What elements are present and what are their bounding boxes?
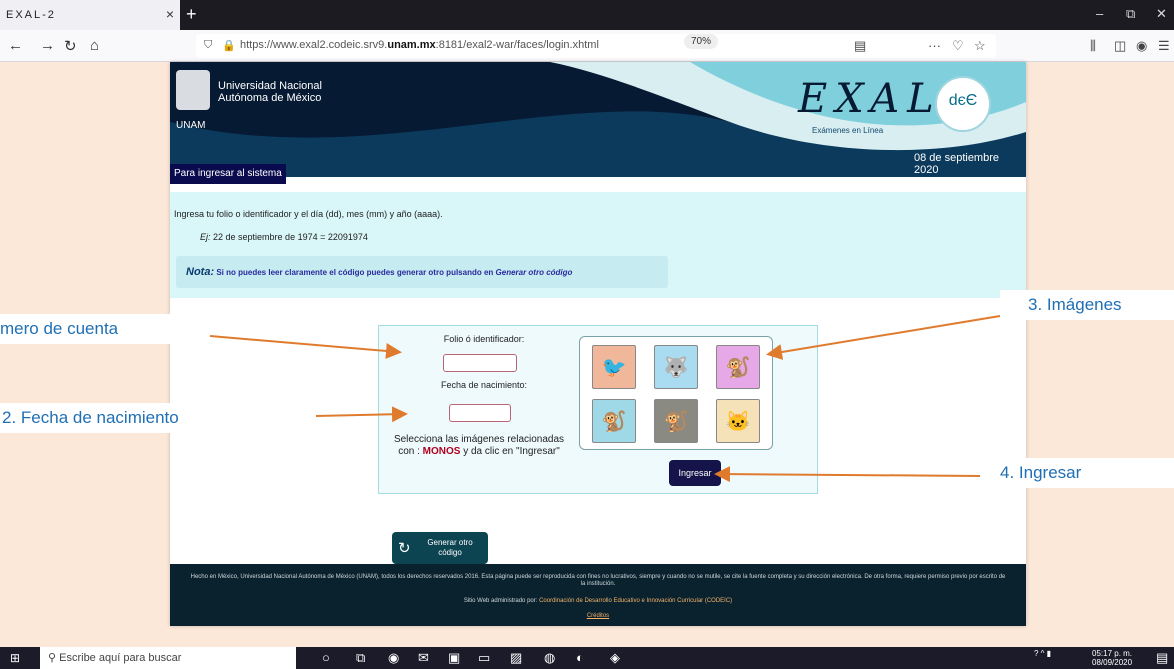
shield-icon: ⛉ bbox=[204, 39, 213, 51]
image-instructions: Selecciona las imágenes relacionadas con… bbox=[393, 434, 565, 457]
example-text: Ej: 22 de septiembre de 1974 = 22091974 bbox=[200, 232, 368, 242]
unam-label: UNAM bbox=[176, 120, 206, 131]
fecha-input[interactable] bbox=[449, 404, 511, 422]
browser-nav-bar: ← → ↻ ⌂ ⛉ 🔒 https://www.exal2.codeic.srv… bbox=[0, 30, 1174, 62]
browser-tab-bar: EXAL-2 × + – ⧉ ✕ bbox=[0, 0, 1174, 30]
windows-taskbar: ⊞ ⚲ Escribe aquí para buscar ○ ⧉ ◉ ✉ ▣ ▭… bbox=[0, 647, 1174, 669]
folio-input[interactable] bbox=[443, 354, 517, 372]
folio-label: Folio ó identificador: bbox=[443, 334, 525, 344]
login-page: Universidad Nacional Autónoma de México … bbox=[170, 62, 1026, 626]
annotation-birth-date: 2. Fecha de nacimiento bbox=[0, 403, 300, 433]
header-banner: Universidad Nacional Autónoma de México … bbox=[170, 62, 1026, 177]
image-option-bird[interactable]: 🐦 bbox=[592, 345, 636, 389]
annotation-ingresar: 4. Ingresar bbox=[980, 458, 1174, 488]
dee-logo: dєЄ bbox=[935, 76, 991, 132]
store-icon[interactable]: ▣ bbox=[448, 650, 460, 666]
footer: Hecho en México, Universidad Nacional Au… bbox=[170, 564, 1026, 626]
monkey-icon: 🐒 bbox=[725, 356, 751, 379]
forward-icon[interactable]: → bbox=[40, 37, 55, 54]
system-tray-icons[interactable]: ? ^ ▮ bbox=[1034, 649, 1051, 658]
image-option-wolf[interactable]: 🐺 bbox=[654, 345, 698, 389]
login-form: Folio ó identificador: Fecha de nacimien… bbox=[378, 325, 818, 494]
nota-label: Nota: bbox=[186, 266, 215, 278]
mail-icon[interactable]: ✉ bbox=[418, 650, 429, 666]
zoom-level[interactable]: 70% bbox=[684, 34, 719, 49]
unam-crest-icon bbox=[176, 70, 210, 110]
library-icon[interactable]: ⫼ bbox=[1090, 38, 1096, 54]
monkey-icon: 🐒 bbox=[663, 410, 689, 433]
edge-icon[interactable]: ◉ bbox=[388, 650, 399, 666]
monkey-icon: 🐒 bbox=[601, 410, 627, 433]
instructions-text: Ingresa tu folio o identificador y el dí… bbox=[174, 209, 443, 219]
close-window-icon[interactable]: ✕ bbox=[1156, 6, 1167, 22]
info-panel: Ingresa tu folio o identificador y el dí… bbox=[170, 192, 1026, 298]
browser-tab[interactable]: EXAL-2 × bbox=[0, 0, 180, 30]
keyword-monos: MONOS bbox=[422, 446, 461, 457]
search-icon: ⚲ bbox=[48, 652, 60, 664]
more-icon[interactable]: ··· bbox=[928, 38, 941, 53]
url-bar[interactable]: ⛉ 🔒 https://www.exal2.codeic.srv9.unam.m… bbox=[196, 34, 996, 58]
app-icon[interactable]: ◈ bbox=[610, 650, 620, 666]
annotation-account-number: mero de cuenta bbox=[0, 314, 208, 344]
footer-admin: Sitio Web administrado por: Coordinación… bbox=[463, 598, 733, 604]
image-option-cat[interactable]: 🐱 bbox=[716, 399, 760, 443]
generate-code-label: Generar otro código bbox=[427, 538, 473, 557]
wolf-icon: 🐺 bbox=[663, 356, 689, 379]
image-option-monkey[interactable]: 🐒 bbox=[716, 345, 760, 389]
image-grid: 🐦 🐺 🐒 🐒 🐒 🐱 bbox=[579, 336, 773, 450]
codeic-link[interactable]: Coordinación de Desarrollo Educativo e I… bbox=[539, 598, 732, 604]
nota-box: Nota: Si no puedes leer claramente el có… bbox=[176, 256, 668, 288]
fecha-label: Fecha de nacimiento: bbox=[440, 380, 528, 390]
lock-icon: 🔒 bbox=[222, 40, 236, 52]
task-view-icon[interactable]: ⧉ bbox=[356, 650, 365, 666]
file-explorer-icon[interactable]: ▭ bbox=[478, 650, 490, 666]
reader-view-icon[interactable]: ▤ bbox=[854, 38, 866, 54]
minimize-icon[interactable]: – bbox=[1096, 6, 1103, 21]
nota-link: Generar otro código bbox=[495, 268, 573, 277]
image-option-monkey-sitting[interactable]: 🐒 bbox=[654, 399, 698, 443]
nota-text: Si no puedes leer claramente el código p… bbox=[214, 268, 496, 277]
reload-icon[interactable]: ↻ bbox=[64, 37, 77, 55]
windows-start-icon[interactable]: ⊞ bbox=[10, 651, 20, 665]
tab-title: EXAL-2 bbox=[6, 9, 56, 21]
close-tab-icon[interactable]: × bbox=[166, 6, 174, 22]
footer-copyright: Hecho en México, Universidad Nacional Au… bbox=[190, 574, 1006, 587]
annotation-images: 3. Imágenes bbox=[1000, 290, 1174, 320]
image-option-monkey-hanging[interactable]: 🐒 bbox=[592, 399, 636, 443]
generate-code-button[interactable]: ↻ Generar otro código bbox=[392, 532, 488, 564]
url-prefix: https://www.exal2.codeic.srv9. bbox=[240, 39, 388, 51]
section-title: Para ingresar al sistema bbox=[170, 164, 286, 184]
sidebar-icon[interactable]: ◫ bbox=[1114, 38, 1126, 54]
photos-icon[interactable]: ▨ bbox=[510, 650, 522, 666]
back-icon[interactable]: ← bbox=[8, 37, 23, 54]
creditos-link[interactable]: Créditos bbox=[170, 613, 1026, 619]
exal-subtitle: Exámenes en Línea bbox=[812, 126, 884, 135]
home-icon[interactable]: ⌂ bbox=[90, 37, 99, 54]
menu-icon[interactable]: ☰ bbox=[1158, 38, 1170, 54]
spotify-icon[interactable]: ◍ bbox=[544, 650, 555, 666]
taskbar-search[interactable]: ⚲ Escribe aquí para buscar bbox=[40, 647, 296, 669]
cortana-icon[interactable]: ○ bbox=[322, 650, 330, 665]
account-icon[interactable]: ◉ bbox=[1136, 38, 1147, 54]
exal-logo: EXAL bbox=[798, 76, 942, 122]
url-domain: unam.mx bbox=[387, 39, 436, 51]
pocket-icon[interactable]: ♡ bbox=[952, 38, 964, 54]
cat-icon: 🐱 bbox=[725, 410, 751, 433]
taskbar-clock[interactable]: 05:17 p. m. 08/09/2020 bbox=[1092, 649, 1132, 667]
notifications-icon[interactable]: ▤ bbox=[1156, 650, 1168, 666]
new-tab-button[interactable]: + bbox=[186, 4, 197, 25]
restore-icon[interactable]: ⧉ bbox=[1126, 6, 1135, 22]
ingresar-button[interactable]: Ingresar bbox=[669, 460, 721, 486]
url-suffix: :8181/exal2-war/faces/login.xhtml bbox=[435, 39, 599, 51]
banner-date: 08 de septiembre 2020 bbox=[914, 152, 999, 176]
refresh-icon: ↻ bbox=[398, 540, 411, 557]
bird-icon: 🐦 bbox=[601, 356, 627, 379]
bookmark-star-icon[interactable]: ☆ bbox=[974, 38, 986, 54]
unam-name: Universidad Nacional Autónoma de México bbox=[218, 80, 322, 104]
firefox-icon[interactable]: ◐ bbox=[576, 650, 584, 665]
